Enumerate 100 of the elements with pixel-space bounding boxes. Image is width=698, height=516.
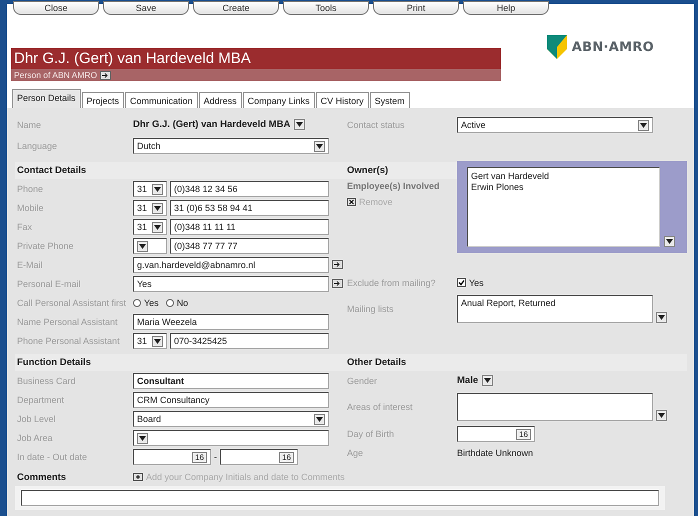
caret-icon [154, 338, 161, 344]
country-code-select[interactable]: 31 [133, 218, 167, 234]
caret-icon [139, 436, 146, 440]
field-label: Name [16, 120, 42, 130]
caret-icon [666, 239, 673, 244]
caret-icon [658, 315, 665, 320]
country-code-select[interactable]: 31 [133, 180, 167, 196]
date-separator: - [214, 452, 217, 462]
date-field[interactable]: 16 [133, 448, 211, 464]
arrow-button-icon[interactable] [100, 70, 112, 80]
toolbar-button[interactable]: Help [463, 1, 549, 15]
country-code-select[interactable]: 31 [133, 200, 167, 216]
field-label: Call Personal Assistant first [16, 298, 128, 308]
checkbox-label: Yes [469, 278, 484, 288]
arrow-button-icon[interactable] [332, 279, 343, 288]
employees-list[interactable]: Gert van Hardeveld Erwin Plones [467, 167, 660, 247]
select-field[interactable]: Dutch [133, 138, 329, 154]
comments-field[interactable] [21, 490, 659, 506]
date-field[interactable]: 16 [220, 448, 298, 464]
logo-text: ABN·AMRO [572, 40, 654, 54]
section-heading: Comments [16, 470, 68, 484]
text-field[interactable]: Consultant [133, 372, 329, 388]
phone-field[interactable]: 31 (0)6 53 58 94 41 [170, 200, 329, 216]
caret-icon [316, 144, 323, 148]
field-label: Language [16, 140, 58, 150]
text-field[interactable]: CRM Consultancy [133, 392, 329, 408]
calendar-button[interactable]: 16 [516, 428, 531, 440]
tab[interactable]: Projects [82, 92, 124, 108]
text-field[interactable]: g.van.hardeveld@abnamro.nl [133, 256, 329, 272]
tab[interactable]: Communication [125, 92, 198, 108]
dropdown-button[interactable] [152, 222, 163, 232]
dropdown-button[interactable] [294, 119, 306, 130]
phone-field[interactable]: (0)348 77 77 77 [170, 238, 329, 254]
tab[interactable]: Address [198, 92, 242, 108]
field-value: Birthdate Unknown [457, 448, 534, 458]
dropdown-button[interactable] [314, 414, 325, 424]
field-label: E-Mail [16, 260, 44, 270]
select-field[interactable]: Active [457, 116, 653, 132]
dropdown-button[interactable] [152, 202, 163, 214]
field-value: Male [457, 375, 687, 386]
field-label: Personal E-mail [16, 278, 82, 288]
toolbar-button[interactable]: Print [373, 1, 459, 15]
dropdown-button[interactable] [656, 410, 667, 421]
phone-field[interactable]: 070-3425425 [170, 332, 329, 348]
caret-icon [154, 206, 161, 210]
dropdown-button[interactable] [137, 240, 148, 252]
field-label: Employee(s) Involved [346, 181, 441, 191]
employee-item[interactable]: Gert van Hardeveld [471, 171, 656, 182]
radio-button[interactable] [166, 298, 174, 306]
calendar-button[interactable]: 16 [279, 452, 294, 462]
field-label: Age [346, 448, 364, 458]
toolbar-button[interactable]: Close [13, 1, 99, 15]
radio-button[interactable] [133, 298, 141, 306]
country-code-select[interactable]: 31 [133, 332, 167, 348]
field-label: Name Personal Assistant [16, 316, 119, 326]
arrow-button-icon[interactable] [332, 260, 343, 269]
list-field[interactable] [457, 393, 653, 421]
dropdown-button[interactable] [638, 120, 649, 130]
tab[interactable]: Person Details [12, 89, 81, 108]
caret-icon [484, 378, 492, 383]
tab[interactable]: CV History [316, 92, 369, 108]
country-code-select[interactable] [133, 238, 167, 254]
field-label: Job Level [16, 414, 57, 424]
tab[interactable]: System [370, 92, 410, 108]
list-field[interactable]: Anual Report, Returned [457, 295, 653, 323]
toolbar-button[interactable]: Tools [283, 1, 369, 15]
dropdown-button[interactable] [314, 140, 325, 152]
field-label: Phone Personal Assistant [16, 336, 121, 346]
employee-item[interactable]: Erwin Plones [471, 182, 656, 193]
plus-icon[interactable] [133, 473, 143, 481]
tab[interactable]: Company Links [242, 92, 315, 108]
dropdown-button[interactable] [656, 312, 667, 323]
field-label: Business Card [16, 376, 77, 386]
text-field[interactable]: Maria Weezela [133, 314, 329, 330]
field-label: In date - Out date [16, 452, 88, 462]
person-title: Dhr G.J. (Gert) van Hardeveld MBA [11, 48, 501, 69]
phone-field[interactable]: (0)348 12 34 56 [170, 180, 329, 196]
caret-icon [640, 122, 647, 128]
field-value: Dhr G.J. (Gert) van Hardeveld MBA [133, 119, 345, 130]
phone-field[interactable]: (0)348 11 11 11 [170, 218, 329, 234]
dropdown-button[interactable] [482, 375, 494, 386]
field-label: Fax [16, 222, 34, 232]
date-field[interactable]: 16 [457, 426, 535, 442]
dropdown-button[interactable] [664, 236, 675, 247]
select-field[interactable]: Board [133, 410, 329, 426]
field-label: Contact status [346, 120, 406, 130]
field-label: Department [16, 394, 66, 404]
field-label: Exclude from mailing? [346, 278, 437, 288]
dropdown-button[interactable] [152, 184, 163, 194]
caret-icon [139, 244, 146, 248]
dropdown-button[interactable] [152, 336, 163, 346]
field-label: Gender [346, 376, 378, 386]
calendar-button[interactable]: 16 [192, 452, 207, 462]
toolbar-button[interactable]: Create [193, 1, 279, 15]
text-field[interactable]: Yes [133, 276, 329, 292]
toolbar-button[interactable]: Save [103, 1, 189, 15]
dropdown-button[interactable] [137, 432, 148, 444]
select-field[interactable] [133, 430, 329, 446]
checkbox[interactable] [457, 278, 466, 287]
field-label: Phone [16, 184, 44, 194]
